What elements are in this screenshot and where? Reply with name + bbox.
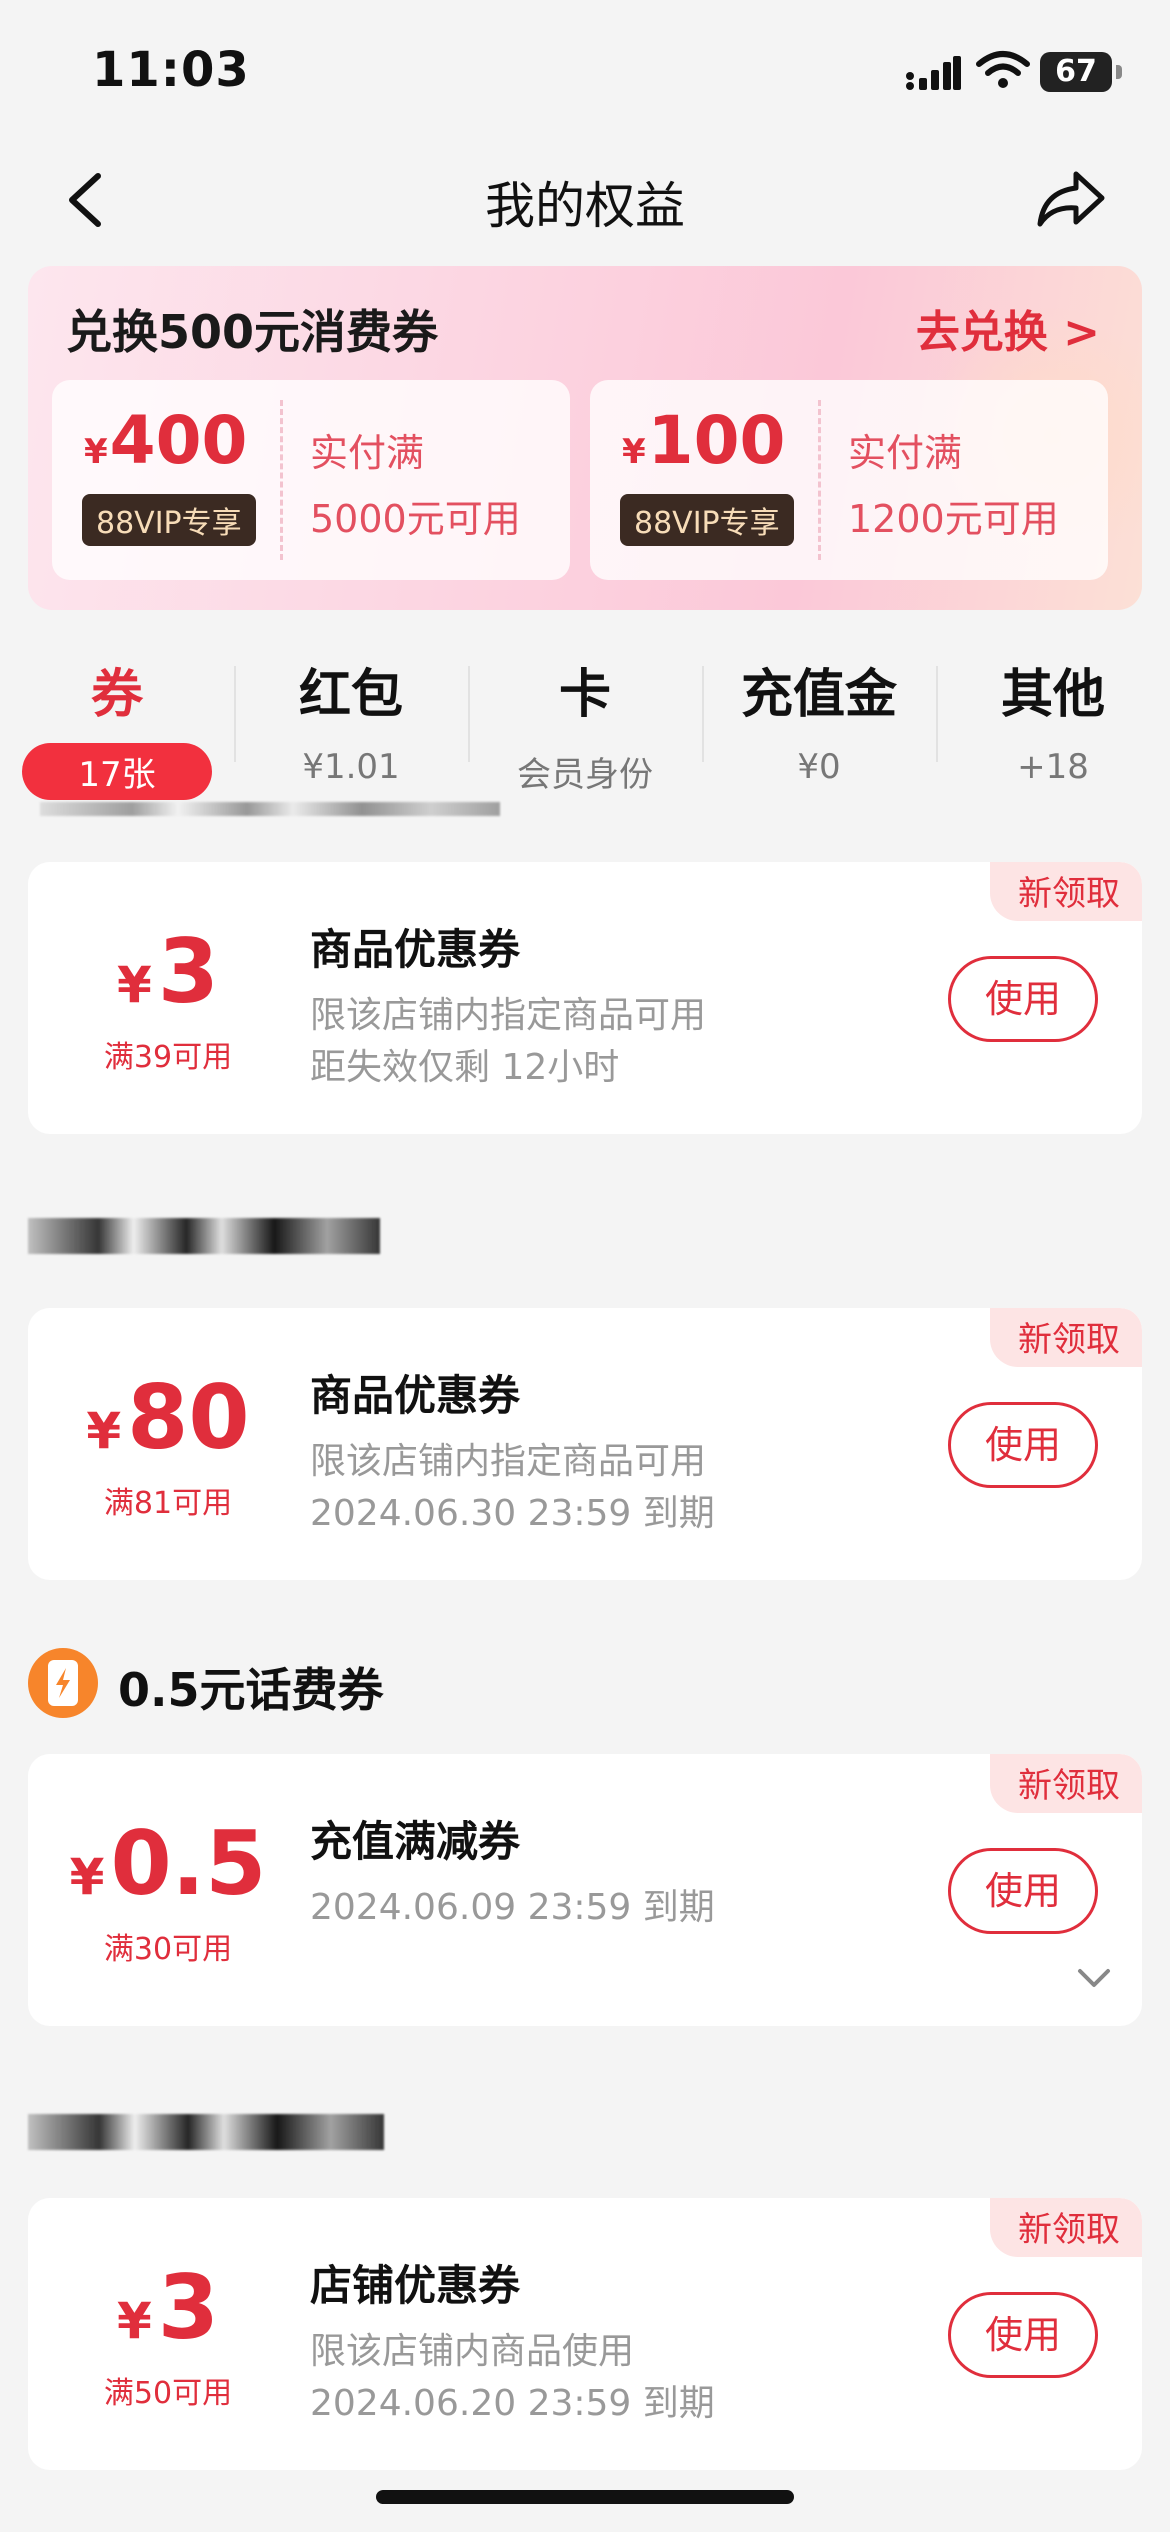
use-button[interactable]: 使用 bbox=[948, 956, 1098, 1042]
coupon-threshold: 满81可用 bbox=[103, 1486, 233, 1521]
coupon-value: ¥80 bbox=[86, 1366, 250, 1469]
tab-count-badge: 17张 bbox=[22, 743, 212, 800]
tab-recharge[interactable]: 充值金 ¥0 bbox=[702, 640, 936, 787]
new-badge: 新领取 bbox=[990, 1754, 1142, 1813]
status-time: 11:03 bbox=[92, 42, 250, 98]
vip-tag: 88VIP专享 bbox=[82, 494, 256, 546]
benefit-tabs: 券 17张 红包 ¥1.01 卡 会员身份 充值金 ¥0 其他 +18 bbox=[0, 640, 1170, 800]
banner-exchange-link[interactable]: 去兑换 > bbox=[916, 296, 1100, 360]
coupon-scope: 限该店铺内指定商品可用 bbox=[310, 1441, 707, 1482]
coupon-expiry: 距失效仅剩 12小时 bbox=[310, 1047, 620, 1088]
vip-tag: 88VIP专享 bbox=[620, 494, 794, 546]
home-indicator[interactable] bbox=[376, 2490, 794, 2504]
store-header-blurred[interactable] bbox=[28, 2114, 384, 2150]
store-header-blurred bbox=[40, 802, 500, 816]
use-button[interactable]: 使用 bbox=[948, 1402, 1098, 1488]
tab-cards[interactable]: 卡 会员身份 bbox=[468, 640, 702, 796]
coupon-card[interactable]: 新领取 ¥3 满50可用 店铺优惠券 限该店铺内商品使用 2024.06.20 … bbox=[28, 2198, 1142, 2470]
coupon-value: ¥3 bbox=[116, 920, 220, 1023]
ticket-divider bbox=[818, 400, 821, 560]
new-badge: 新领取 bbox=[990, 1308, 1142, 1367]
coupon-card[interactable]: 新领取 ¥0.5 满30可用 充值满减券 2024.06.09 23:59 到期… bbox=[28, 1754, 1142, 2026]
use-button[interactable]: 使用 bbox=[948, 2292, 1098, 2378]
coupon-value: ¥0.5 bbox=[69, 1812, 267, 1915]
tab-coupons[interactable]: 券 17张 bbox=[0, 640, 234, 800]
coupon-title: 商品优惠券 bbox=[310, 1371, 521, 1420]
share-icon[interactable] bbox=[1036, 168, 1106, 230]
ticket-amount: ¥100 bbox=[622, 402, 786, 479]
coupon-expiry: 2024.06.20 23:59 到期 bbox=[310, 2383, 715, 2424]
use-button[interactable]: 使用 bbox=[948, 1848, 1098, 1934]
status-bar: 11:03 67 bbox=[0, 0, 1170, 140]
coupon-title: 商品优惠券 bbox=[310, 925, 521, 974]
coupon-card[interactable]: 新领取 ¥80 满81可用 商品优惠券 限该店铺内指定商品可用 2024.06.… bbox=[28, 1308, 1142, 1580]
coupon-title: 充值满减券 bbox=[310, 1817, 521, 1866]
store-name: 0.5元话费券 bbox=[118, 1663, 384, 1717]
coupon-scope: 限该店铺内商品使用 bbox=[310, 2331, 635, 2372]
tab-red-packets[interactable]: 红包 ¥1.01 bbox=[234, 640, 468, 787]
coupon-expiry: 2024.06.09 23:59 到期 bbox=[310, 1887, 715, 1928]
coupon-scope: 限该店铺内指定商品可用 bbox=[310, 995, 707, 1036]
ticket-condition: 实付满 bbox=[848, 431, 963, 475]
page-title: 我的权益 bbox=[485, 177, 685, 235]
cellular-signal-icon bbox=[906, 56, 961, 90]
store-header[interactable]: 0.5元话费券 bbox=[28, 1648, 628, 1718]
ticket-condition-amount: 5000元可用 bbox=[310, 497, 521, 541]
ticket-amount: ¥400 bbox=[84, 402, 248, 479]
ticket-condition-amount: 1200元可用 bbox=[848, 497, 1059, 541]
voucher-ticket[interactable]: ¥400 88VIP专享 实付满 5000元可用 bbox=[52, 380, 570, 580]
banner-title: 兑换500元消费券 bbox=[66, 305, 439, 359]
exchange-voucher-banner[interactable]: 兑换500元消费券 去兑换 > ¥400 88VIP专享 实付满 5000元可用… bbox=[28, 266, 1142, 610]
coupon-threshold: 满30可用 bbox=[103, 1932, 233, 1967]
coupon-value: ¥3 bbox=[116, 2256, 220, 2359]
voucher-ticket[interactable]: ¥100 88VIP专享 实付满 1200元可用 bbox=[590, 380, 1108, 580]
wifi-icon bbox=[976, 51, 1030, 88]
coupon-card[interactable]: 新领取 ¥3 满39可用 商品优惠券 限该店铺内指定商品可用 距失效仅剩 12小… bbox=[28, 862, 1142, 1134]
battery-indicator: 67 bbox=[1040, 52, 1122, 92]
coupon-threshold: 满39可用 bbox=[103, 1040, 233, 1075]
store-header-blurred[interactable] bbox=[28, 1218, 380, 1254]
new-badge: 新领取 bbox=[990, 2198, 1142, 2257]
ticket-condition: 实付满 bbox=[310, 431, 425, 475]
new-badge: 新领取 bbox=[990, 862, 1142, 921]
ticket-divider bbox=[280, 400, 283, 560]
tab-others[interactable]: 其他 +18 bbox=[936, 640, 1170, 787]
phone-recharge-icon bbox=[28, 1648, 98, 1718]
coupon-threshold: 满50可用 bbox=[103, 2376, 233, 2411]
coupon-expiry: 2024.06.30 23:59 到期 bbox=[310, 1493, 715, 1534]
chevron-down-icon[interactable] bbox=[1076, 1966, 1112, 1990]
coupon-title: 店铺优惠券 bbox=[310, 2261, 521, 2310]
